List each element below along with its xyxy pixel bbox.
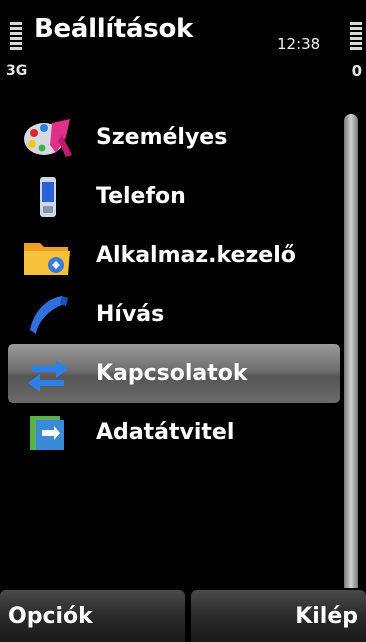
call-handset-icon	[30, 295, 68, 334]
connectivity-arrows-icon	[28, 359, 68, 392]
list-item-label: Telefon	[96, 184, 186, 209]
list-item-connectivity[interactable]: Kapcsolatok	[8, 344, 340, 403]
app-manager-folder-icon	[24, 242, 70, 275]
list-item-label: Személyes	[96, 125, 228, 150]
data-transfer-icon	[30, 415, 64, 450]
settings-list: Személyes Telefon Alkalmaz.kezelő Hívás	[0, 108, 340, 462]
status-bar: Beállítások 3G 12:38 0	[0, 0, 366, 100]
phone-device-icon	[40, 176, 56, 217]
softkey-bar: Opciók Kilép	[0, 588, 366, 642]
exit-softkey[interactable]: Kilép	[191, 590, 366, 642]
list-item-label: Hívás	[96, 302, 165, 327]
personal-paint-palette-icon	[24, 118, 72, 157]
page-title: Beállítások	[34, 14, 194, 44]
list-item-data-transfer[interactable]: Adatátvitel	[0, 403, 340, 462]
list-item-label: Alkalmaz.kezelő	[96, 243, 296, 268]
signal-strength-icon	[10, 22, 22, 50]
network-type-indicator: 3G	[6, 63, 28, 79]
list-item-app-manager[interactable]: Alkalmaz.kezelő	[0, 226, 340, 285]
battery-level-indicator: 0	[351, 62, 362, 80]
list-item-phone[interactable]: Telefon	[0, 167, 340, 226]
list-item-personal[interactable]: Személyes	[0, 108, 340, 167]
options-softkey[interactable]: Opciók	[0, 590, 185, 642]
battery-level-icon	[350, 22, 362, 50]
list-item-label: Adatátvitel	[96, 420, 235, 445]
scrollbar[interactable]	[344, 114, 358, 594]
list-item-label: Kapcsolatok	[96, 361, 248, 386]
clock: 12:38	[277, 35, 321, 53]
list-item-call[interactable]: Hívás	[0, 285, 340, 344]
